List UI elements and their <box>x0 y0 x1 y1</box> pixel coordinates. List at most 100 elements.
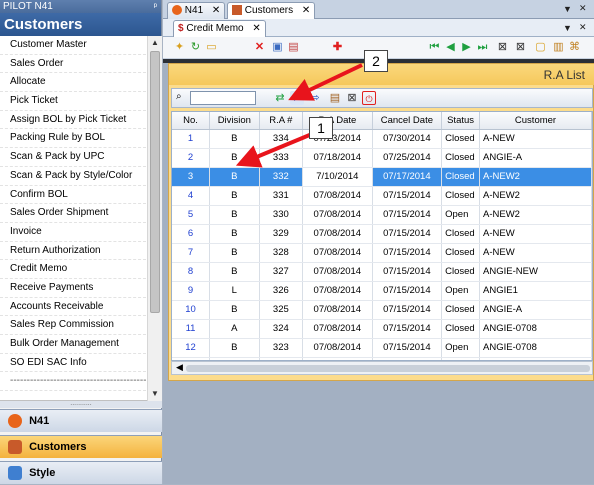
table-cell-cancel[interactable]: 07/25/2014 <box>372 148 443 168</box>
table-row[interactable]: 3 B 332 7/10/2014 07/17/2014 Closed A-NEW2 <box>172 167 592 187</box>
add-icon[interactable]: ✚ <box>331 41 344 54</box>
table-cell-ra[interactable]: 333 <box>259 148 304 168</box>
menu-item[interactable]: Pick Ticket <box>0 92 146 111</box>
table-cell-ra-date[interactable]: 07/18/2014 <box>302 148 373 168</box>
table-row[interactable]: 10 B 325 07/08/2014 07/15/2014 Closed ANGIE-A <box>172 300 592 320</box>
table-cell-division[interactable]: A <box>209 319 260 339</box>
menu-item[interactable]: Return Authorization <box>0 242 146 261</box>
notes-icon[interactable]: ▥ <box>552 41 565 54</box>
select-icon[interactable]: ➚ <box>290 91 304 105</box>
menu-item[interactable]: Scan & Pack by UPC <box>0 148 146 167</box>
table-cell-division[interactable]: B <box>209 148 260 168</box>
scroll-left-icon[interactable]: ◀ <box>176 362 183 373</box>
table-cell-customer[interactable]: A-NEW <box>479 243 592 263</box>
nav-button-style[interactable]: Style <box>0 461 162 484</box>
last-record-icon[interactable]: ⏭ <box>476 41 489 54</box>
table-cell-customer[interactable]: ANGIE-A <box>479 148 592 168</box>
table-row[interactable]: 1 B 334 07/23/2014 07/30/2014 Closed A-NEW <box>172 129 592 149</box>
table-cell-ra[interactable]: 331 <box>259 186 304 206</box>
menu-item[interactable]: Confirm BOL <box>0 186 146 205</box>
table-cell-ra-date[interactable]: 07/08/2014 <box>302 205 373 225</box>
table-cell-ra-date[interactable]: 7/10/2014 <box>302 167 373 187</box>
table-cell-no[interactable]: 6 <box>172 224 210 244</box>
close-window-icon[interactable]: ✕ <box>579 22 587 33</box>
table-cell-customer[interactable]: ANGIE-A <box>479 300 592 320</box>
refresh-icon[interactable]: ↻ <box>189 41 202 54</box>
menu-item[interactable]: Invoice <box>0 223 146 242</box>
table-cell-status[interactable]: Closed <box>441 262 481 282</box>
table-cell-ra-date[interactable]: 07/08/2014 <box>302 186 373 206</box>
table-cell-status[interactable]: Closed <box>441 148 481 168</box>
menu-item[interactable]: ----------------------------------------… <box>0 372 146 392</box>
column-header[interactable]: Division <box>209 112 260 130</box>
dropdown-icon[interactable]: ▼ <box>563 4 572 14</box>
table-cell-ra-date[interactable]: 07/08/2014 <box>302 281 373 301</box>
table-cell-no[interactable]: 5 <box>172 205 210 225</box>
table-cell-ra[interactable]: 334 <box>259 129 304 149</box>
table-cell-no[interactable]: 8 <box>172 262 210 282</box>
close-window-icon[interactable]: ✕ <box>579 3 587 14</box>
table-cell-ra[interactable]: 330 <box>259 205 304 225</box>
table-cell-customer[interactable]: ANGIE1 <box>479 281 592 301</box>
table-cell-no[interactable]: 3 <box>172 167 210 187</box>
table-cell-status[interactable]: Open <box>441 338 481 358</box>
print-icon[interactable]: ▤ <box>287 41 300 54</box>
filter-icon[interactable]: ⊠ <box>345 91 359 105</box>
history-icon[interactable]: ⌘ <box>568 41 581 54</box>
close-list-icon[interactable]: ⏻ <box>362 91 376 105</box>
table-cell-customer[interactable]: A-NEW2 <box>479 205 592 225</box>
table-cell-ra-date[interactable]: 07/08/2014 <box>302 262 373 282</box>
close-icon[interactable]: ✕ <box>252 23 260 34</box>
table-cell-cancel[interactable]: 07/15/2014 <box>372 338 443 358</box>
menu-item[interactable]: SO EDI SAC Info <box>0 354 146 373</box>
table-cell-no[interactable]: 4 <box>172 186 210 206</box>
table-cell-customer[interactable]: ANGIE-0708 <box>479 338 592 358</box>
table-cell-ra-date[interactable]: 07/08/2014 <box>302 243 373 263</box>
table-cell-cancel[interactable]: 07/15/2014 <box>372 186 443 206</box>
nav-button-customers[interactable]: Customers <box>0 435 162 458</box>
table-cell-ra-date[interactable]: 07/08/2014 <box>302 224 373 244</box>
table-cell-customer[interactable]: A-NEW2 <box>479 167 592 187</box>
table-cell-no[interactable]: 2 <box>172 148 210 168</box>
table-cell-customer[interactable]: A-NEW <box>479 224 592 244</box>
table-cell-cancel[interactable]: 07/15/2014 <box>372 205 443 225</box>
table-cell-cancel[interactable]: 07/15/2014 <box>372 243 443 263</box>
table-row[interactable]: 7 B 328 07/08/2014 07/15/2014 Closed A-NEW <box>172 243 592 263</box>
close-icon[interactable]: ✕ <box>302 5 310 16</box>
column-header[interactable]: Customer <box>479 112 592 130</box>
table-cell-status[interactable]: Closed <box>441 300 481 320</box>
column-header[interactable]: Cancel Date <box>372 112 443 130</box>
tab-n41[interactable]: N41 ✕ <box>167 2 226 19</box>
delete-icon[interactable]: ✕ <box>253 41 266 54</box>
next-record-icon[interactable]: ▶ <box>460 41 473 54</box>
table-cell-division[interactable]: B <box>209 338 260 358</box>
table-cell-cancel[interactable]: 07/17/2014 <box>372 167 443 187</box>
tab-credit-memo[interactable]: $ Credit Memo ✕ <box>173 20 266 37</box>
print-icon[interactable]: ▤ <box>328 91 342 105</box>
table-cell-ra[interactable]: 323 <box>259 338 304 358</box>
table-cell-status[interactable]: Closed <box>441 243 481 263</box>
menu-item[interactable]: Allocate <box>0 73 146 93</box>
column-header[interactable]: R.A # <box>259 112 304 130</box>
table-cell-no[interactable]: 7 <box>172 243 210 263</box>
table-cell-status[interactable]: Closed <box>441 224 481 244</box>
menu-item[interactable]: Customer Master <box>0 36 146 55</box>
table-cell-division[interactable]: B <box>209 262 260 282</box>
table-cell-status[interactable]: Open <box>441 205 481 225</box>
scroll-down-icon[interactable]: ▼ <box>148 387 162 401</box>
table-cell-ra[interactable]: 324 <box>259 319 304 339</box>
table-cell-cancel[interactable]: 07/15/2014 <box>372 300 443 320</box>
tab-customers[interactable]: Customers ✕ <box>227 2 316 19</box>
scroll-thumb[interactable] <box>186 365 590 372</box>
attachment-icon[interactable]: ▢ <box>534 41 547 54</box>
panel-splitter[interactable]: ........... <box>0 400 162 408</box>
table-cell-ra[interactable]: 329 <box>259 224 304 244</box>
table-cell-division[interactable]: L <box>209 281 260 301</box>
table-cell-division[interactable]: B <box>209 186 260 206</box>
refresh-icon[interactable]: ⇄ <box>273 91 287 105</box>
table-cell-status[interactable]: Closed <box>441 167 481 187</box>
table-cell-ra[interactable]: 326 <box>259 281 304 301</box>
table-row[interactable]: 6 B 329 07/08/2014 07/15/2014 Closed A-NEW <box>172 224 592 244</box>
table-cell-ra[interactable]: 328 <box>259 243 304 263</box>
table-cell-cancel[interactable]: 07/15/2014 <box>372 319 443 339</box>
